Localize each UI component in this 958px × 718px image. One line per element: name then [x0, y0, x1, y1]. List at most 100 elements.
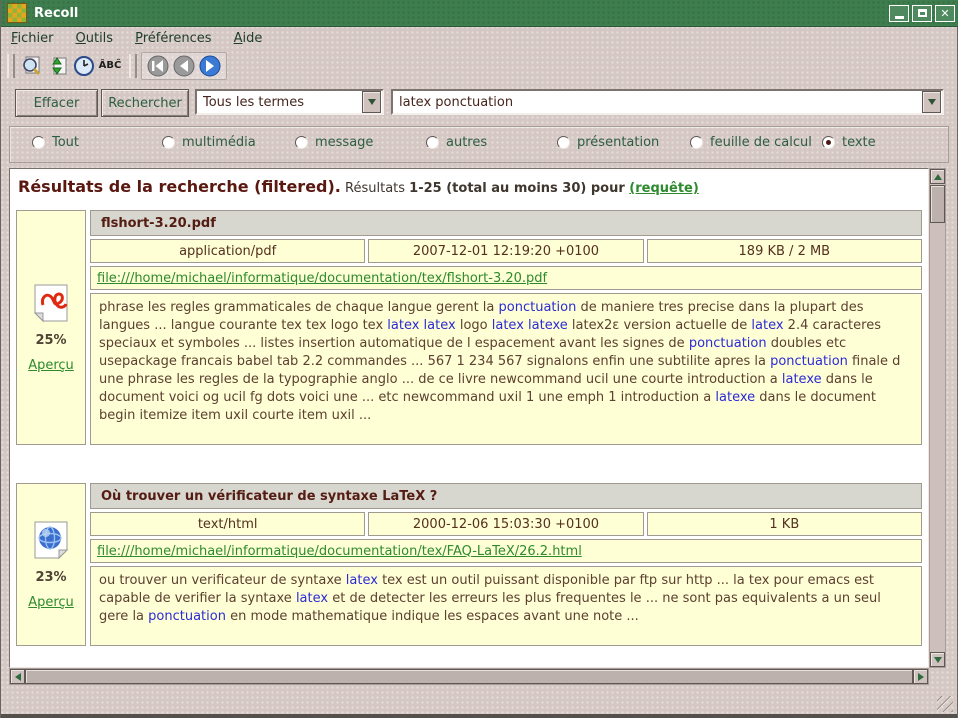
sort-parameters-icon	[47, 55, 69, 77]
radio-circle-icon	[822, 136, 835, 149]
term-explorer-button[interactable]: ÂBĈ	[97, 53, 123, 79]
matched-term: latex	[751, 318, 783, 333]
history-button[interactable]	[71, 53, 97, 79]
radio-circle-icon	[32, 136, 45, 149]
query-link[interactable]: (requête)	[629, 181, 699, 196]
menubar: Fichier Outils Préférences Aide	[1, 27, 958, 49]
radio-circle-icon	[295, 136, 308, 149]
filter-label-texte: texte	[842, 135, 876, 150]
relevance-percent: 23%	[35, 570, 66, 585]
term-explorer-icon: ÂBĈ	[99, 60, 122, 71]
horizontal-scrollbar[interactable]	[9, 668, 929, 685]
first-page-button[interactable]	[145, 53, 171, 79]
advanced-search-button[interactable]	[19, 53, 45, 79]
search-mode-value: Tous les termes	[197, 95, 362, 110]
preview-link[interactable]: Aperçu	[28, 358, 74, 373]
html-file-icon	[33, 520, 69, 560]
vertical-scrollbar-thumb[interactable]	[930, 185, 945, 223]
radio-circle-icon	[690, 136, 703, 149]
matched-term: ponctuation	[689, 336, 767, 351]
results-list: 25% Aperçu flshort-3.20.pdfapplication/pdf…	[16, 210, 922, 646]
filter-label-message: message	[315, 135, 373, 150]
search-input[interactable]	[393, 95, 922, 110]
previous-page-button[interactable]	[171, 53, 197, 79]
window-title: Recoll	[34, 6, 886, 21]
search-button[interactable]: Rechercher	[101, 89, 189, 117]
relevance-percent: 25%	[35, 333, 66, 348]
filter-label-multimedia: multimédia	[182, 135, 256, 150]
filter-label-autres: autres	[446, 135, 487, 150]
filter-radio-multimedia[interactable]: multimédia	[162, 135, 256, 150]
category-filter-frame: Tout multimédia message autres présentation f…	[9, 126, 949, 163]
radio-circle-icon	[426, 136, 439, 149]
filter-radio-presentation[interactable]: présentation	[557, 135, 659, 150]
next-page-button[interactable]	[197, 53, 223, 79]
result-date: 2007-12-01 12:19:20 +0100	[368, 239, 643, 263]
maximize-button[interactable]	[912, 5, 932, 22]
resize-grip[interactable]	[937, 696, 953, 712]
search-row: Effacer Rechercher Tous les termes	[1, 88, 958, 118]
results-area: Résultats de la recherche (filtered). Ré…	[9, 168, 929, 668]
filter-radio-autres[interactable]: autres	[426, 135, 487, 150]
next-page-icon	[199, 55, 221, 77]
close-button[interactable]: ✕	[935, 5, 955, 22]
horizontal-scrollbar-thumb[interactable]	[25, 669, 913, 684]
result-details: flshort-3.20.pdfapplication/pdf2007-12-0…	[90, 210, 922, 445]
minimize-icon	[895, 16, 904, 19]
results-prefix: Résultats	[341, 181, 409, 196]
page-nav-group	[141, 52, 227, 80]
query-combobox[interactable]	[391, 89, 944, 115]
result-date: 2000-12-06 15:03:30 +0100	[368, 512, 643, 536]
radio-dot-icon	[826, 140, 831, 145]
result-meta-row: text/html2000-12-06 15:03:30 +01001 KB	[90, 512, 922, 536]
menu-item-fichier[interactable]: Fichier	[11, 31, 54, 46]
filter-radio-message[interactable]: message	[295, 135, 373, 150]
result-url-link[interactable]: file:///home/michael/informatique/docume…	[97, 271, 547, 286]
result-snippet: phrase les regles grammaticales de chaqu…	[90, 293, 922, 445]
matched-term: latexe	[782, 372, 822, 387]
filter-radio-feuille-de-calcul[interactable]: feuille de calcul	[690, 135, 812, 150]
snippet-text: logo	[456, 318, 492, 333]
sort-parameters-button[interactable]	[45, 53, 71, 79]
search-mode-dropdown-button[interactable]	[362, 91, 381, 113]
results-header: Résultats de la recherche (filtered). Ré…	[16, 177, 922, 196]
toolbar-handle[interactable]	[7, 54, 15, 78]
search-mode-combobox[interactable]: Tous les termes	[195, 89, 384, 115]
filter-radio-texte[interactable]: texte	[822, 135, 876, 150]
first-page-icon	[147, 55, 169, 77]
scroll-down-button[interactable]	[930, 652, 945, 667]
matched-term: latex	[296, 591, 328, 606]
preview-link[interactable]: Aperçu	[28, 595, 74, 610]
window-titlebar[interactable]: Recoll ✕	[1, 0, 958, 27]
maximize-icon	[918, 9, 927, 17]
scroll-up-button[interactable]	[930, 169, 945, 184]
result-url-link[interactable]: file:///home/michael/informatique/docume…	[97, 544, 582, 559]
filter-label-tout: Tout	[52, 135, 79, 150]
arrow-left-icon	[15, 673, 21, 681]
toolbar-handle[interactable]	[129, 54, 137, 78]
scroll-right-button[interactable]	[913, 669, 928, 684]
radio-circle-icon	[162, 136, 175, 149]
snippet-text: ou trouver un verificateur de syntaxe	[99, 573, 346, 588]
scroll-left-button[interactable]	[10, 669, 25, 684]
clear-button[interactable]: Effacer	[15, 89, 98, 117]
minimize-button[interactable]	[889, 5, 909, 22]
menu-item-outils[interactable]: Outils	[76, 31, 114, 46]
menu-item-aide[interactable]: Aide	[234, 31, 263, 46]
result-card: 25% Aperçu flshort-3.20.pdfapplication/pdf…	[16, 210, 922, 445]
menu-item-preferences[interactable]: Préférences	[135, 31, 211, 46]
matched-term: ponctuation	[499, 300, 577, 315]
matched-term: ponctuation	[148, 609, 226, 624]
app-icon	[7, 3, 27, 23]
vertical-scrollbar[interactable]	[929, 168, 946, 668]
result-details: Où trouver un vérificateur de syntaxe La…	[90, 483, 922, 646]
close-icon: ✕	[940, 8, 949, 19]
filter-label-feuille-de-calcul: feuille de calcul	[710, 135, 812, 150]
matched-term: latex latexe	[492, 318, 568, 333]
query-history-dropdown-button[interactable]	[922, 91, 941, 113]
matched-term: latex latex	[387, 318, 455, 333]
filter-radio-tout[interactable]: Tout	[32, 135, 79, 150]
chevron-down-icon	[368, 99, 376, 105]
arrow-right-icon	[918, 673, 924, 681]
snippet-text: latex2ε version actuelle de	[568, 318, 752, 333]
